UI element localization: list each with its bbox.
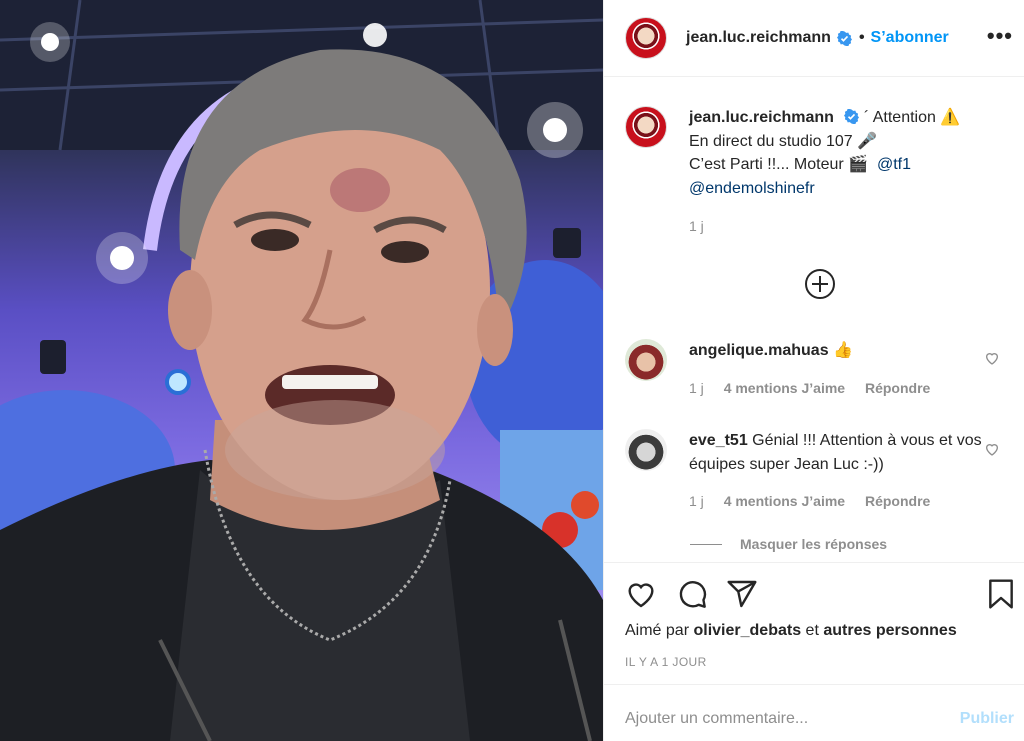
mention-link[interactable]: @tf1 xyxy=(877,156,911,173)
selfie-illustration xyxy=(0,0,603,741)
mention-link[interactable]: @endemolshinefr xyxy=(689,180,815,197)
comment-body: 👍 xyxy=(833,342,853,359)
caption-timestamp[interactable]: 1 j xyxy=(689,218,704,234)
post-header: jean.luc.reichmann • S’abonner ••• xyxy=(604,0,1024,77)
caption-text: jean.luc.reichmann ´ Attention ⚠️ En dir… xyxy=(689,106,1009,200)
comment-meta: 1 j 4 mentions J’aime Répondre xyxy=(689,493,946,509)
like-heart-icon[interactable] xyxy=(625,578,657,610)
liked-by-others[interactable]: autres personnes xyxy=(823,622,956,639)
comment-icon[interactable] xyxy=(676,578,708,610)
hide-replies-button[interactable]: Masquer les réponses xyxy=(690,536,887,552)
comment-likes-count[interactable]: 4 mentions J’aime xyxy=(724,380,845,396)
caption-line-3: C’est Parti !!... Moteur 🎬 xyxy=(689,156,869,173)
follow-button[interactable]: S’abonner xyxy=(871,29,949,47)
commenter-username[interactable]: eve_t51 xyxy=(689,432,748,449)
save-bookmark-icon[interactable] xyxy=(985,578,1017,610)
publish-button[interactable]: Publier xyxy=(960,710,1014,728)
post-side-panel: jean.luc.reichmann • S’abonner ••• jean.… xyxy=(603,0,1024,741)
commenter-avatar[interactable] xyxy=(625,429,667,471)
reply-button[interactable]: Répondre xyxy=(865,380,930,396)
liked-by: Aimé par olivier_debats et autres person… xyxy=(625,622,957,640)
load-more-comments-icon[interactable] xyxy=(804,268,836,300)
liked-by-middle: et xyxy=(805,622,819,639)
comment-likes-count[interactable]: 4 mentions J’aime xyxy=(724,493,845,509)
action-bar xyxy=(604,562,1024,622)
verified-badge-icon xyxy=(844,109,860,124)
caption-author[interactable]: jean.luc.reichmann xyxy=(689,109,834,126)
comment-timestamp[interactable]: 1 j xyxy=(689,380,704,396)
reply-button[interactable]: Répondre xyxy=(865,493,930,509)
more-options-icon[interactable]: ••• xyxy=(987,23,1013,49)
caption-line-2: En direct du studio 107 🎤 xyxy=(689,132,878,150)
author-avatar[interactable] xyxy=(625,17,667,59)
replies-divider xyxy=(690,543,722,545)
comment-text: eve_t51 Génial !!! Attention à vous et v… xyxy=(689,429,989,476)
comment-meta: 1 j 4 mentions J’aime Répondre xyxy=(689,380,946,396)
post-time-ago[interactable]: IL Y A 1 JOUR xyxy=(625,655,707,669)
caption-line-1: ´ Attention ⚠️ xyxy=(863,109,961,126)
caption-author-avatar[interactable] xyxy=(625,106,667,148)
comment-timestamp[interactable]: 1 j xyxy=(689,493,704,509)
comment-input[interactable]: Ajouter un commentaire... xyxy=(625,710,808,728)
post-photo[interactable] xyxy=(0,0,603,741)
comment-text: angelique.mahuas 👍 xyxy=(689,339,989,363)
commenter-username[interactable]: angelique.mahuas xyxy=(689,342,829,359)
commenter-avatar[interactable] xyxy=(625,339,667,381)
author-username[interactable]: jean.luc.reichmann xyxy=(686,29,831,47)
hide-replies-label[interactable]: Masquer les réponses xyxy=(740,536,887,552)
liked-by-prefix: Aimé par xyxy=(625,622,690,639)
share-icon[interactable] xyxy=(726,578,758,610)
add-comment-bar: Ajouter un commentaire... Publier xyxy=(604,684,1024,741)
verified-badge-icon xyxy=(836,30,852,46)
like-comment-heart-icon[interactable] xyxy=(984,350,1000,366)
like-comment-heart-icon[interactable] xyxy=(984,441,1000,457)
liked-by-user[interactable]: olivier_debats xyxy=(693,622,801,639)
separator-dot: • xyxy=(858,29,865,46)
